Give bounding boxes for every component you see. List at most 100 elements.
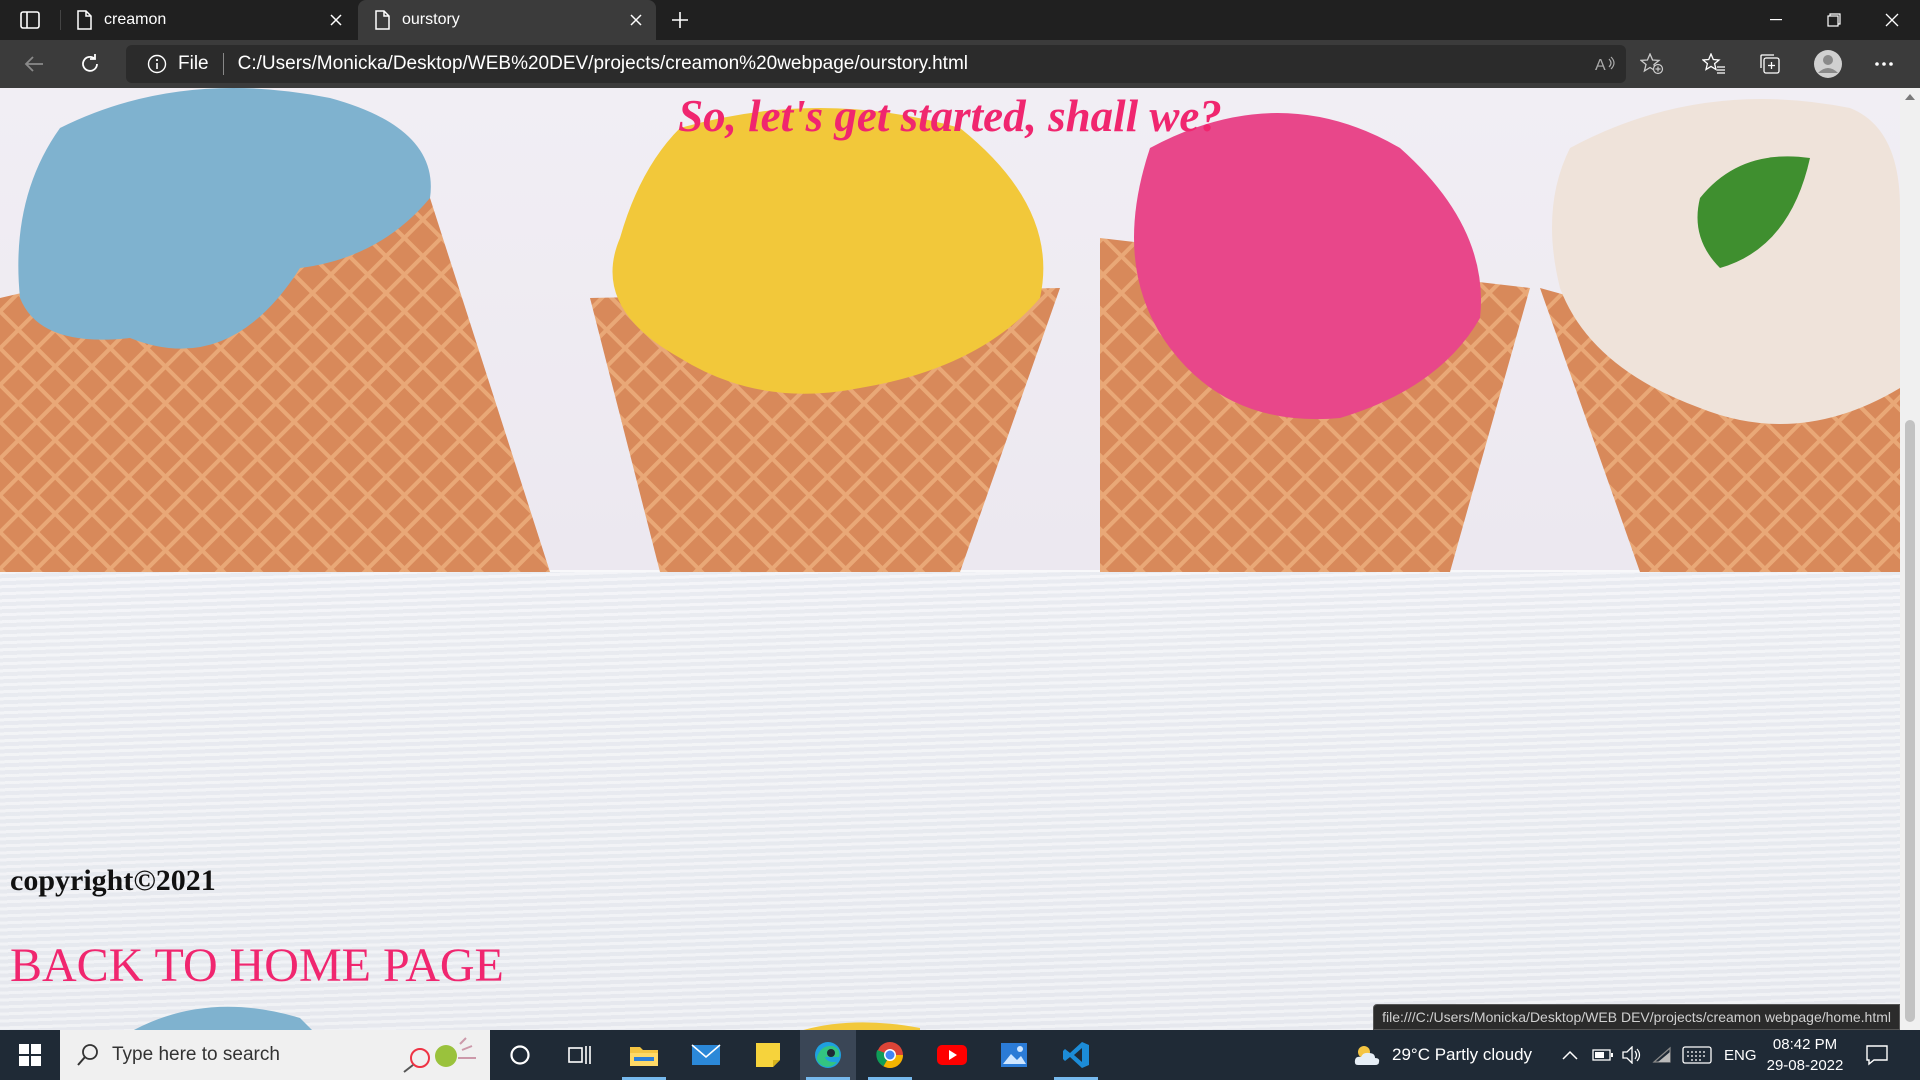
clock-time: 08:42 PM — [1772, 1036, 1838, 1053]
clock-date: 29-08-2022 — [1766, 1057, 1844, 1074]
tab-label: creamon — [104, 11, 167, 28]
settings-menu-button[interactable] — [1866, 48, 1902, 80]
page-viewport: So, let's get started, shall we? copyrig… — [0, 88, 1900, 1030]
address-bar[interactable]: File C:/Users/Monicka/Desktop/WEB%20DEV/… — [126, 45, 1626, 83]
keyboard-icon — [1682, 1046, 1712, 1064]
system-clock[interactable]: 08:42 PM 29-08-2022 — [1760, 1034, 1850, 1076]
file-explorer-icon — [630, 1047, 658, 1066]
task-view-icon — [568, 1046, 591, 1064]
url-text[interactable]: C:/Users/Monicka/Desktop/WEB%20DEV/proje… — [238, 53, 968, 75]
wifi-button[interactable] — [1652, 1030, 1672, 1080]
task-view-button[interactable] — [552, 1030, 608, 1080]
touch-keyboard-button[interactable] — [1682, 1030, 1712, 1080]
youtube-button[interactable] — [924, 1030, 980, 1080]
page-icon — [375, 10, 390, 30]
close-tab-button[interactable] — [320, 4, 352, 36]
search-icon — [77, 1044, 98, 1066]
tab-creamon[interactable]: creamon — [60, 0, 356, 40]
vscode-icon — [1063, 1042, 1089, 1068]
close-icon — [330, 14, 342, 26]
sticky-notes-icon — [756, 1043, 780, 1067]
back-arrow-icon — [24, 56, 43, 72]
scroll-up-icon[interactable] — [1904, 92, 1916, 102]
minimize-button[interactable] — [1748, 0, 1804, 40]
tab-ourstory[interactable]: ourstory — [358, 0, 656, 40]
notifications-button[interactable] — [1866, 1030, 1888, 1080]
cortana-icon — [510, 1045, 530, 1065]
collections-icon — [1760, 54, 1780, 74]
youtube-icon — [937, 1045, 967, 1065]
search-highlight-icon — [403, 1037, 476, 1073]
info-icon[interactable] — [146, 53, 168, 75]
tab-actions-button[interactable] — [8, 6, 52, 34]
browser-toolbar: File C:/Users/Monicka/Desktop/WEB%20DEV/… — [0, 40, 1920, 88]
chrome-button[interactable] — [862, 1030, 918, 1080]
more-icon — [1875, 62, 1893, 66]
collections-button[interactable] — [1752, 48, 1788, 80]
show-hidden-icons-button[interactable] — [1562, 1030, 1578, 1080]
hero-image: So, let's get started, shall we? — [0, 88, 1900, 572]
add-favorite-button[interactable] — [1634, 48, 1670, 80]
weather-widget[interactable]: 29°C Partly cloudy — [1352, 1030, 1532, 1080]
title-bar: creamon ourstory — [0, 0, 1920, 40]
link-status-tooltip: file:///C:/Users/Monicka/Desktop/WEB DEV… — [1373, 1004, 1900, 1030]
weather-text: 29°C Partly cloudy — [1392, 1045, 1533, 1064]
close-window-button[interactable] — [1864, 0, 1920, 40]
scheme-label: File — [178, 53, 209, 74]
chevron-up-icon — [1562, 1050, 1578, 1060]
wifi-icon — [1652, 1046, 1671, 1063]
restore-icon — [1827, 13, 1841, 27]
new-tab-button[interactable] — [660, 4, 700, 36]
close-icon — [1885, 13, 1899, 27]
close-tab-button[interactable] — [620, 4, 652, 36]
tab-actions-icon — [20, 11, 40, 29]
chrome-icon — [876, 1042, 904, 1069]
scrollbar-thumb[interactable] — [1905, 420, 1915, 1022]
back-button[interactable] — [14, 46, 54, 82]
language-indicator[interactable]: ENG — [1724, 1030, 1757, 1080]
windows-icon — [19, 1044, 41, 1066]
mail-button[interactable] — [678, 1030, 734, 1080]
favorites-icon — [1702, 53, 1725, 74]
vscode-button[interactable] — [1048, 1030, 1104, 1080]
taskbar: Type here to search 29°C Partly cloudy E… — [0, 1030, 1920, 1080]
copyright-text: copyright©2021 — [10, 864, 216, 897]
plus-icon — [672, 12, 688, 28]
minimize-icon — [1770, 19, 1782, 21]
battery-button[interactable] — [1592, 1030, 1614, 1080]
read-aloud-button[interactable]: A — [1588, 48, 1624, 80]
ice-cream-cones-image — [0, 88, 1900, 572]
start-button[interactable] — [0, 1030, 60, 1080]
refresh-button[interactable] — [70, 46, 110, 82]
page-headline: So, let's get started, shall we? — [678, 91, 1222, 141]
favorites-button[interactable] — [1696, 48, 1732, 80]
avatar-icon — [1814, 50, 1842, 78]
volume-button[interactable] — [1622, 1030, 1644, 1080]
restore-button[interactable] — [1806, 0, 1862, 40]
notification-icon — [1866, 1045, 1888, 1066]
svg-text:A: A — [1595, 57, 1606, 73]
profile-button[interactable] — [1810, 48, 1846, 80]
file-explorer-button[interactable] — [616, 1030, 672, 1080]
read-aloud-icon: A — [1595, 56, 1615, 73]
speaker-icon — [1622, 1046, 1641, 1064]
battery-icon — [1592, 1049, 1613, 1061]
star-add-icon — [1640, 53, 1664, 75]
edge-button[interactable] — [800, 1030, 856, 1080]
search-placeholder: Type here to search — [112, 1044, 280, 1065]
photos-icon — [1001, 1043, 1027, 1067]
address-divider — [222, 53, 224, 75]
back-to-home-link[interactable]: BACK TO HOME PAGE — [10, 938, 504, 993]
photos-button[interactable] — [986, 1030, 1042, 1080]
sticky-notes-button[interactable] — [740, 1030, 796, 1080]
refresh-icon — [82, 54, 98, 72]
taskbar-search-box[interactable]: Type here to search — [60, 1030, 490, 1080]
page-scrollbar[interactable] — [1900, 88, 1920, 1030]
footer-cone-peek — [134, 1006, 920, 1030]
tab-label: ourstory — [402, 11, 460, 28]
mail-icon — [691, 1044, 721, 1065]
cortana-button[interactable] — [492, 1030, 548, 1080]
partly-cloudy-icon — [1354, 1046, 1380, 1065]
edge-icon — [815, 1042, 841, 1068]
page-icon — [77, 10, 92, 30]
